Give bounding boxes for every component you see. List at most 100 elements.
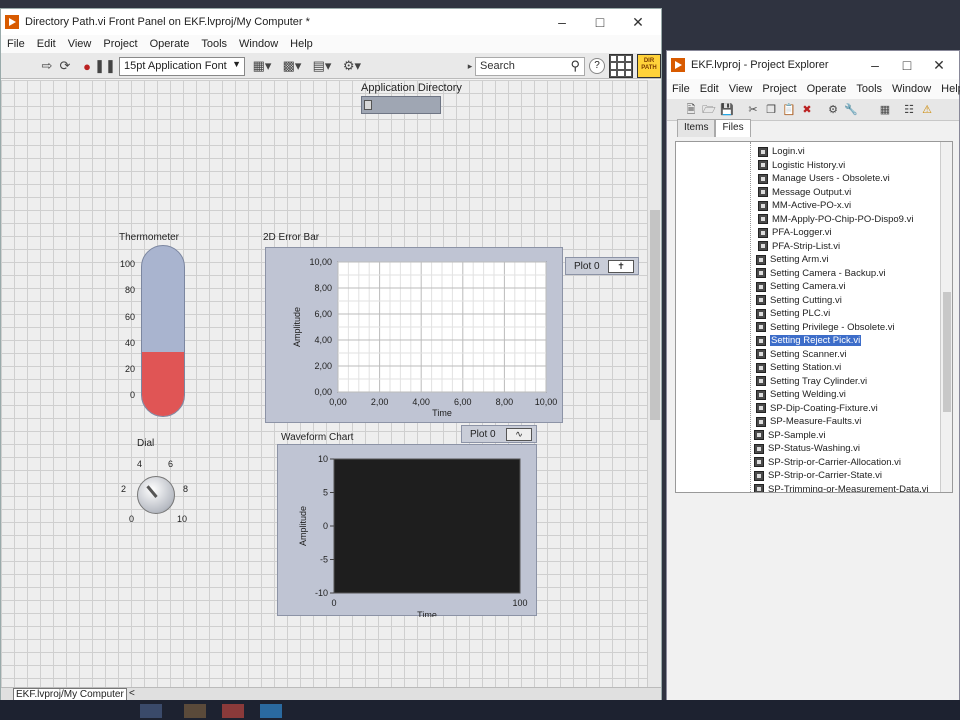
menu-operate[interactable]: Operate — [144, 38, 196, 50]
taskbar-app-icon[interactable] — [140, 704, 162, 718]
delete-icon[interactable]: ✖ — [799, 102, 815, 118]
file-tree-item[interactable]: Setting Scanner.vi — [756, 348, 847, 361]
vi-icon[interactable]: DIR PATH — [637, 54, 661, 78]
expand-arrow-icon[interactable]: ▸ — [465, 57, 475, 75]
thermometer-level — [142, 351, 184, 416]
file-tree-item[interactable]: SP-Measure-Faults.vi — [756, 415, 861, 428]
menu-view[interactable]: View — [62, 38, 98, 50]
tree-scrollbar[interactable] — [940, 142, 952, 492]
file-tree-item[interactable]: Setting Camera.vi — [756, 280, 846, 293]
tab-items[interactable]: Items — [677, 119, 716, 137]
file-tree-item[interactable]: Setting Cutting.vi — [756, 294, 842, 307]
file-tree-item[interactable]: Setting PLC.vi — [756, 307, 830, 320]
warning-icon[interactable]: ⚠ — [919, 102, 935, 118]
arrange-icon[interactable]: ☷ — [901, 102, 917, 118]
waveform-legend[interactable]: Plot 0 ∿ — [461, 425, 537, 443]
distribute-objects-icon[interactable]: ▩▾ — [281, 57, 303, 75]
tree-scroll-thumb[interactable] — [943, 292, 951, 412]
file-tree-item[interactable]: Setting Reject Pick.vi — [756, 334, 862, 347]
file-tree-item[interactable]: SP-Sample.vi — [754, 429, 826, 442]
new-file-icon[interactable]: 🗎 — [683, 102, 699, 118]
file-tree-item[interactable]: Setting Arm.vi — [756, 253, 829, 266]
menu-project[interactable]: Project — [97, 38, 143, 50]
connector-pane-icon[interactable] — [609, 54, 633, 78]
front-panel-canvas[interactable]: Application Directory Thermometer 100 80… — [1, 80, 647, 687]
file-tree-item[interactable]: Setting Tray Cylinder.vi — [756, 375, 867, 388]
plot-area — [333, 458, 521, 594]
file-tree-item[interactable]: Manage Users - Obsolete.vi — [758, 172, 890, 185]
file-tree-item[interactable]: SP-Status-Washing.vi — [754, 442, 860, 455]
taskbar-app-icon[interactable] — [184, 704, 206, 718]
taskbar-app-icon[interactable] — [222, 704, 244, 718]
wrench-icon[interactable]: 🔧 — [843, 102, 859, 118]
project-menu-operate[interactable]: Operate — [802, 83, 852, 95]
dial-tick-8: 8 — [183, 484, 189, 494]
abort-icon[interactable]: ● — [79, 57, 95, 75]
file-tree-item-label: Setting Scanner.vi — [770, 348, 847, 360]
project-maximize-button[interactable]: □ — [891, 51, 923, 79]
menu-window[interactable]: Window — [233, 38, 284, 50]
vi-icon-text: DIR PATH — [641, 58, 657, 71]
paste-icon[interactable]: 📋 — [781, 102, 797, 118]
help-icon[interactable]: ? — [589, 58, 605, 74]
project-menu-edit[interactable]: Edit — [695, 83, 724, 95]
x-axis-label: Time — [432, 408, 452, 418]
minimize-button[interactable]: – — [543, 9, 581, 35]
file-tree-item-label: Setting Cutting.vi — [770, 294, 842, 306]
copy-icon[interactable]: ❐ — [763, 102, 779, 118]
file-tree-item[interactable]: Logistic History.vi — [758, 159, 845, 172]
file-tree-item[interactable]: MM-Active-PO-x.vi — [758, 199, 851, 212]
view-icon[interactable]: ▦ — [877, 102, 893, 118]
project-menu-file[interactable]: File — [667, 83, 695, 95]
file-tree-item[interactable]: SP-Trimming-or-Measurement-Data.vi — [754, 483, 929, 492]
taskbar-app-icon[interactable] — [260, 704, 282, 718]
project-minimize-button[interactable]: – — [859, 51, 891, 79]
file-tree-item[interactable]: SP-Strip-or-Carrier-State.vi — [754, 469, 882, 482]
save-all-icon[interactable]: 💾 — [719, 102, 735, 118]
search-input[interactable]: Search ⚲ — [475, 57, 585, 76]
horizontal-scroll-arrow[interactable]: < — [129, 688, 135, 699]
file-tree-item[interactable]: PFA-Logger.vi — [758, 226, 832, 239]
project-menu-window[interactable]: Window — [887, 83, 936, 95]
error-bar-legend[interactable]: Plot 0 ✝ — [565, 257, 639, 275]
file-tree-item[interactable]: Setting Welding.vi — [756, 388, 846, 401]
reorder-icon[interactable]: ⚙▾ — [341, 57, 363, 75]
vi-file-icon — [756, 268, 766, 278]
file-tree-item[interactable]: Setting Privilege - Obsolete.vi — [756, 321, 895, 334]
browse-button[interactable] — [364, 100, 372, 110]
build-icon[interactable]: ⚙ — [825, 102, 841, 118]
file-tree[interactable]: Login.vi Logistic History.vi Manage Users … — [675, 141, 953, 493]
file-tree-item[interactable]: SP-Dip-Coating-Fixture.vi — [756, 402, 878, 415]
file-tree-item[interactable]: MM-Apply-PO-Chip-PO-Dispo9.vi — [758, 213, 913, 226]
tab-files[interactable]: Files — [715, 119, 751, 137]
close-button[interactable]: ✕ — [619, 9, 657, 35]
file-tree-item[interactable]: Login.vi — [758, 145, 805, 158]
maximize-button[interactable]: □ — [581, 9, 619, 35]
scroll-thumb[interactable] — [650, 210, 660, 420]
file-tree-item[interactable]: PFA-Strip-List.vi — [758, 240, 840, 253]
y-tick-label: 10 — [318, 454, 328, 464]
pause-icon[interactable]: ❚❚ — [94, 57, 116, 75]
cut-icon[interactable]: ✂ — [745, 102, 761, 118]
file-tree-item[interactable]: SP-Strip-or-Carrier-Allocation.vi — [754, 456, 901, 469]
project-menu-help[interactable]: Help — [936, 83, 960, 95]
run-arrow-icon[interactable]: ⇨ — [39, 57, 55, 75]
font-selector[interactable]: 15pt Application Font ▼ — [119, 57, 245, 76]
dial-knob[interactable] — [137, 476, 175, 514]
align-objects-icon[interactable]: ▦▾ — [251, 57, 273, 75]
open-folder-icon[interactable]: 🗁 — [701, 102, 717, 118]
file-tree-item[interactable]: Setting Station.vi — [756, 361, 841, 374]
run-continuously-icon[interactable]: ⟳ — [57, 57, 73, 75]
file-tree-item[interactable]: Message Output.vi — [758, 186, 851, 199]
project-menu-view[interactable]: View — [724, 83, 758, 95]
project-menu-project[interactable]: Project — [757, 83, 801, 95]
menu-help[interactable]: Help — [284, 38, 319, 50]
vertical-scrollbar[interactable] — [647, 80, 661, 687]
menu-file[interactable]: File — [1, 38, 31, 50]
project-menu-tools[interactable]: Tools — [851, 83, 887, 95]
menu-tools[interactable]: Tools — [195, 38, 233, 50]
menu-edit[interactable]: Edit — [31, 38, 62, 50]
resize-objects-icon[interactable]: ▤▾ — [311, 57, 333, 75]
project-close-button[interactable]: ✕ — [923, 51, 955, 79]
file-tree-item[interactable]: Setting Camera - Backup.vi — [756, 267, 886, 280]
